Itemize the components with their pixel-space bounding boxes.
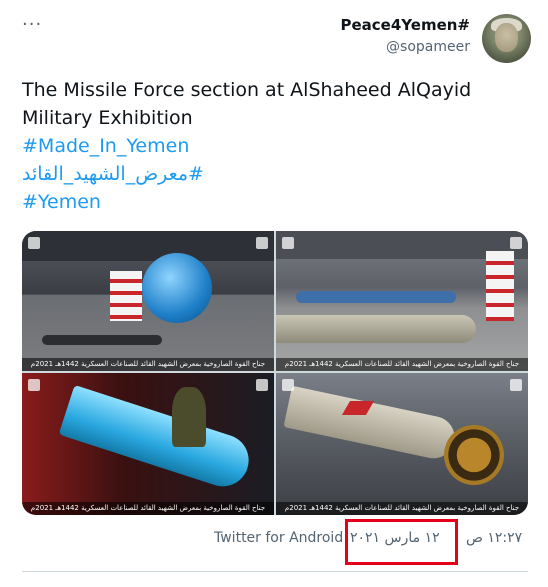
author-handle[interactable]: @sopameer xyxy=(341,38,470,56)
photo-missile-shape xyxy=(276,315,476,343)
logo-icon xyxy=(256,237,268,249)
photo-missile-shape xyxy=(58,384,256,494)
photo-pillar-shape xyxy=(486,251,514,321)
media-grid: جناح القوة الصاروخية بمعرض الشهيد القائد… xyxy=(22,231,528,515)
logo-icon xyxy=(282,237,294,249)
tweet-card: ··· Peace4Yemen# @sopameer The Missile F… xyxy=(0,0,548,587)
photo-missile-shape xyxy=(42,335,162,345)
photo-ceiling-shape xyxy=(22,231,274,261)
tweet-text-line: The Missile Force section at AlShaheed A… xyxy=(22,79,472,101)
logo-icon xyxy=(510,237,522,249)
hashtag-link[interactable]: #معرض_الشهيد_القائد xyxy=(22,160,522,188)
photo-caption: جناح القوة الصاروخية بمعرض الشهيد القائد… xyxy=(276,358,528,371)
date-highlight-box xyxy=(345,519,458,565)
photo-caption: جناح القوة الصاروخية بمعرض الشهيد القائد… xyxy=(276,502,528,515)
media-photo[interactable]: جناح القوة الصاروخية بمعرض الشهيد القائد… xyxy=(276,373,528,515)
media-photo[interactable]: جناح القوة الصاروخية بمعرض الشهيد القائد… xyxy=(22,373,274,515)
photo-missile-shape xyxy=(283,385,459,463)
hashtag-link[interactable]: #Made_In_Yemen xyxy=(22,132,522,160)
logo-icon xyxy=(282,379,294,391)
logo-icon xyxy=(510,379,522,391)
photo-missile-shape xyxy=(296,291,456,303)
photo-figure-shape xyxy=(172,387,206,447)
hashtag-link[interactable]: #Yemen xyxy=(22,188,522,216)
photo-pillar-shape xyxy=(110,271,142,321)
photo-caption: جناح القوة الصاروخية بمعرض الشهيد القائد… xyxy=(22,358,274,371)
logo-icon xyxy=(28,379,40,391)
tweet-text: The Missile Force section at AlShaheed A… xyxy=(22,76,522,216)
tweet-text-line: Military Exhibition xyxy=(22,107,193,129)
logo-icon xyxy=(256,379,268,391)
tweet-meta: Twitter for Android · ١٢ مارس ٢٠٢١ ١٢:٢٧… xyxy=(0,530,548,554)
media-photo[interactable]: جناح القوة الصاروخية بمعرض الشهيد القائد… xyxy=(276,231,528,371)
tweet-time[interactable]: ١٢:٢٧ ص xyxy=(466,530,522,546)
source-link[interactable]: Twitter for Android xyxy=(214,530,343,546)
more-options-icon[interactable]: ··· xyxy=(22,14,42,35)
avatar-face-shape xyxy=(495,23,518,52)
divider xyxy=(22,571,528,572)
photo-emblem-shape xyxy=(444,425,504,485)
author-info[interactable]: Peace4Yemen# @sopameer xyxy=(341,16,471,56)
author-display-name[interactable]: Peace4Yemen# xyxy=(341,16,471,34)
logo-icon xyxy=(28,237,40,249)
photo-missile-shape xyxy=(142,253,212,323)
avatar[interactable] xyxy=(482,14,531,63)
media-photo[interactable]: جناح القوة الصاروخية بمعرض الشهيد القائد… xyxy=(22,231,274,371)
photo-caption: جناح القوة الصاروخية بمعرض الشهيد القائد… xyxy=(22,502,274,515)
